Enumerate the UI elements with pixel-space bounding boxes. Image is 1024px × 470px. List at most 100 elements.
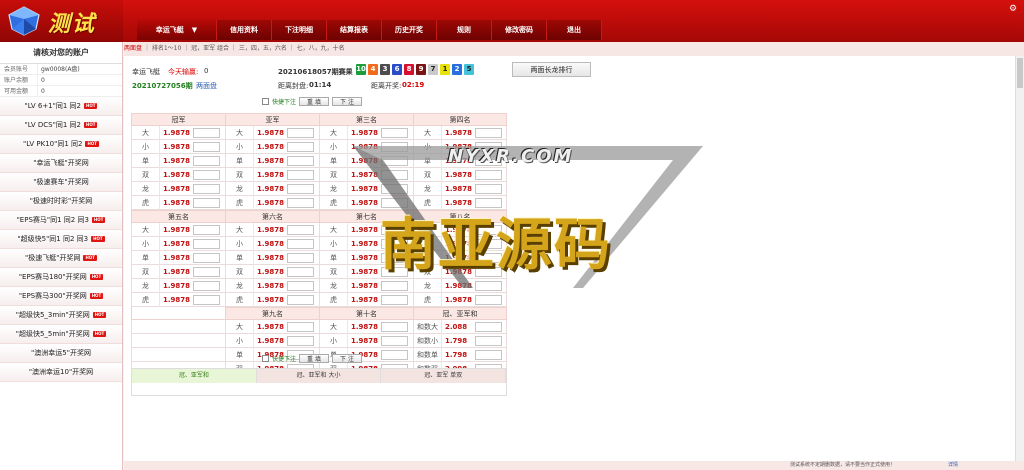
bet-amount-input[interactable] — [381, 280, 408, 291]
bet-amount-input[interactable] — [381, 321, 408, 332]
bet-cell: 小 1.9878 — [319, 139, 413, 154]
nav-rules[interactable]: 规则 — [437, 20, 492, 40]
quickbet-checkbox[interactable] — [262, 355, 269, 362]
dragon-rank-button[interactable]: 两面长龙排行 — [512, 62, 591, 77]
footer-link[interactable]: 详情 — [948, 461, 958, 470]
bet-cell: 大 1.9878 — [131, 125, 225, 140]
bet-amount-input[interactable] — [475, 280, 502, 291]
sidebar-game-link[interactable]: "EPS赛马"同1 同2 同3 HOT — [0, 211, 122, 230]
bet-amount-input[interactable] — [287, 169, 314, 180]
grid-row: 大 1.9878 大 1.9878 大 1.9878 大 1.9878 — [131, 125, 507, 140]
settings-icon[interactable]: ⚙ — [1009, 4, 1019, 14]
bet-amount-input[interactable] — [381, 335, 408, 346]
breadcrumb-rest[interactable]: ｜ 排名1～10 ｜ 冠，亚军 组合 ｜ 三，四，五，六名 ｜ 七，八，九，十名 — [144, 45, 345, 52]
grid-title-row: 第九名 第十名 冠、亚军和 — [131, 307, 507, 320]
bet-amount-input[interactable] — [193, 141, 220, 152]
tab-sum[interactable]: 冠、亚军和 — [132, 369, 257, 383]
sidebar-game-link[interactable]: "LV DCS"同1 同2 HOT — [0, 116, 122, 135]
footer-notice: 测试系统不定期删数据，请不要当作正式使用！ — [790, 462, 896, 468]
nav-logout[interactable]: 退出 — [547, 20, 602, 40]
diamond-icon — [8, 6, 40, 36]
sidebar-game-link[interactable]: "幸运飞艇"开奖网 — [0, 154, 122, 173]
bet-amount-input[interactable] — [381, 183, 408, 194]
bet-odds: 1.9878 — [351, 281, 379, 290]
sidebar-game-link[interactable]: "超级快5"同1 同2 同3 HOT — [0, 230, 122, 249]
sidebar-game-link[interactable]: "超级快5_3min"开奖网 HOT — [0, 306, 122, 325]
market-type[interactable]: 两面盘 — [196, 81, 217, 91]
bet-amount-input[interactable] — [381, 127, 408, 138]
submit-bet-button[interactable]: 下 注 — [332, 97, 363, 106]
empty-cell — [131, 348, 225, 362]
bet-cell: 龙 1.9878 — [225, 278, 319, 293]
bet-amount-input[interactable] — [475, 169, 502, 180]
bet-amount-input[interactable] — [193, 197, 220, 208]
nav-game-select[interactable]: 幸运飞艇 ▼ — [137, 20, 217, 40]
sidebar-game-link[interactable]: "极速时时彩"开奖网 — [0, 192, 122, 211]
bet-cell: 单1.9878 — [225, 153, 319, 168]
bet-amount-input[interactable] — [381, 294, 408, 305]
reset-button[interactable]: 重 填 — [299, 354, 330, 363]
quickbet-checkbox[interactable] — [262, 98, 269, 105]
bet-label: 大 — [132, 222, 160, 237]
reset-button[interactable]: 重 填 — [299, 97, 330, 106]
bet-amount-input[interactable] — [193, 155, 220, 166]
submit-bet-button[interactable]: 下 注 — [332, 354, 363, 363]
bet-amount-input[interactable] — [475, 349, 502, 360]
bet-label: 虎 — [226, 195, 254, 210]
bet-amount-input[interactable] — [287, 294, 314, 305]
bet-amount-input[interactable] — [287, 238, 314, 249]
bet-amount-input[interactable] — [287, 197, 314, 208]
bet-amount-input[interactable] — [287, 321, 314, 332]
bet-amount-input[interactable] — [381, 155, 408, 166]
sidebar-game-link[interactable]: "极速飞艇"开奖网 HOT — [0, 249, 122, 268]
sidebar-game-link[interactable]: "LV 6+1"同1 同2 HOT — [0, 97, 122, 116]
bet-amount-input[interactable] — [381, 169, 408, 180]
bet-amount-input[interactable] — [287, 335, 314, 346]
sidebar-game-link[interactable]: "EPS赛马180"开奖网 HOT — [0, 268, 122, 287]
bet-odds: 1.9878 — [257, 225, 285, 234]
bet-amount-input[interactable] — [475, 127, 502, 138]
bet-amount-input[interactable] — [193, 238, 220, 249]
bet-amount-input[interactable] — [287, 252, 314, 263]
bet-amount-input[interactable] — [287, 155, 314, 166]
bet-amount-input[interactable] — [475, 335, 502, 346]
bet-amount-input[interactable] — [193, 266, 220, 277]
sidebar-game-link[interactable]: "超级快5_5min"开奖网 HOT — [0, 325, 122, 344]
bet-amount-input[interactable] — [193, 280, 220, 291]
sidebar-game-link[interactable]: "EPS赛马300"开奖网 HOT — [0, 287, 122, 306]
bet-amount-input[interactable] — [287, 127, 314, 138]
bet-amount-input[interactable] — [193, 183, 220, 194]
sidebar-game-link[interactable]: "极速赛车"开奖网 — [0, 173, 122, 192]
page-scrollbar[interactable] — [1015, 56, 1024, 461]
bet-amount-input[interactable] — [287, 224, 314, 235]
nav-password[interactable]: 修改密码 — [492, 20, 547, 40]
tab-sum-size[interactable]: 冠、亚军和 大小 — [256, 369, 382, 383]
bet-amount-input[interactable] — [193, 294, 220, 305]
bet-label: 龙 — [226, 181, 254, 196]
bet-amount-input[interactable] — [475, 321, 502, 332]
bet-amount-input[interactable] — [287, 266, 314, 277]
bet-amount-input[interactable] — [287, 183, 314, 194]
tab-sum-oddeven[interactable]: 冠、亚军 单双 — [381, 369, 507, 383]
bet-amount-input[interactable] — [193, 224, 220, 235]
bet-amount-input[interactable] — [475, 183, 502, 194]
sidebar-game-link[interactable]: "澳洲幸运10"开奖网 — [0, 363, 122, 382]
nav-report[interactable]: 结算报表 — [327, 20, 382, 40]
nav-credit-info[interactable]: 信用资料 — [217, 20, 272, 40]
sidebar-game-link[interactable]: "LV PK10"同1 同2 HOT — [0, 135, 122, 154]
bet-amount-input[interactable] — [287, 280, 314, 291]
bet-amount-input[interactable] — [381, 141, 408, 152]
bet-cell: 虎 1.9878 — [413, 292, 507, 307]
bet-amount-input[interactable] — [193, 169, 220, 180]
bet-amount-input[interactable] — [287, 141, 314, 152]
nav-bet-details[interactable]: 下注明细 — [272, 20, 327, 40]
bet-amount-input[interactable] — [193, 127, 220, 138]
brand-title: 测试 — [48, 11, 97, 37]
sidebar-game-link[interactable]: "澳洲幸运5"开奖网 — [0, 344, 122, 363]
bet-amount-input[interactable] — [193, 252, 220, 263]
bet-amount-input[interactable] — [381, 349, 408, 360]
bet-amount-input[interactable] — [475, 294, 502, 305]
scrollbar-thumb[interactable] — [1017, 58, 1023, 88]
breadcrumb-current[interactable]: 两面盘 — [124, 45, 142, 52]
nav-history[interactable]: 历史开奖 — [382, 20, 437, 40]
